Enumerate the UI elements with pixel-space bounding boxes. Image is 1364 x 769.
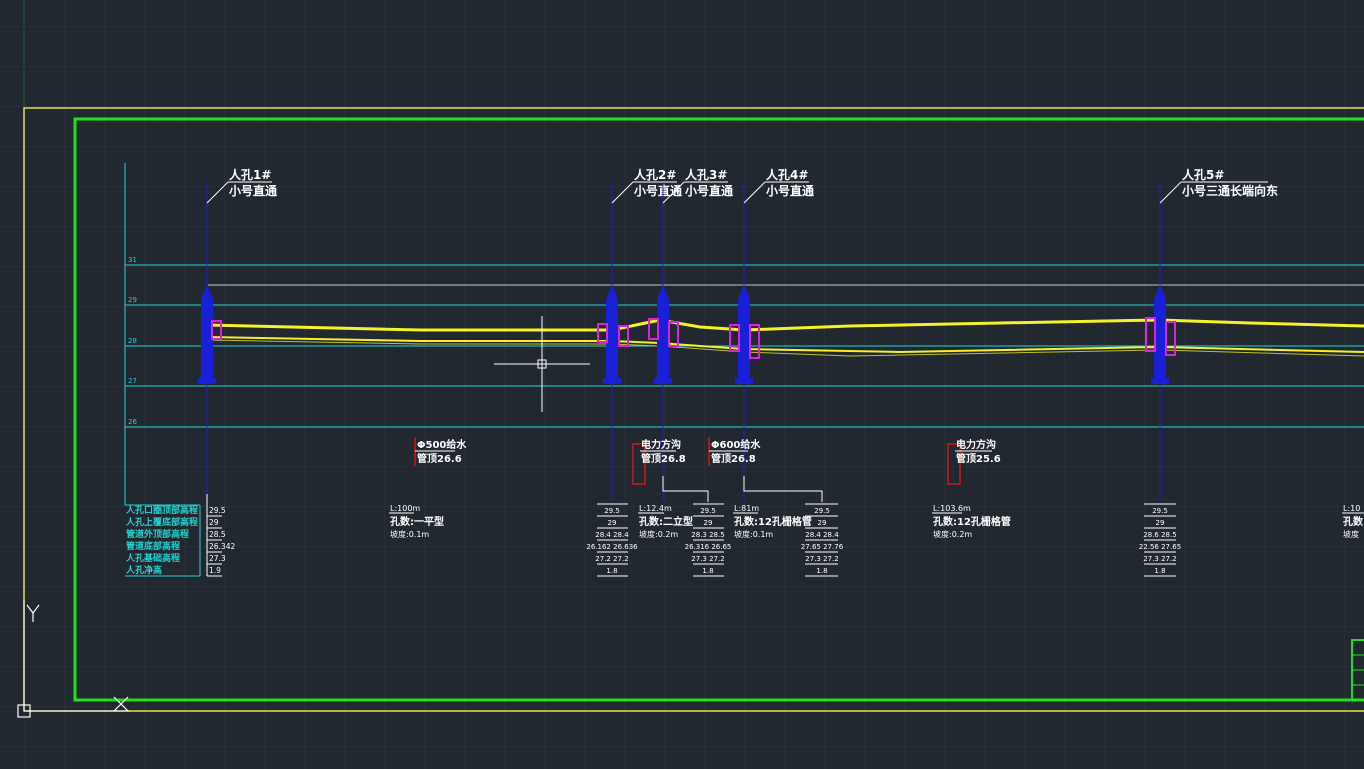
manhole-title: 人孔4# [766,167,808,182]
station-value: 1.8 [702,567,713,575]
station-value: 27.3 27.2 [805,555,838,563]
segment-hole: 孔数:二立型 [639,515,693,528]
station-value: 27.65 27.76 [801,543,844,551]
station-value: 29 [1156,519,1165,527]
scale-label: 26 [128,418,137,426]
segment-length: L:100m [390,504,420,513]
station-value: 27.3 27.2 [1143,555,1176,563]
background-grid [0,0,1364,769]
station-value: 1.8 [1154,567,1165,575]
segment-length: L:81m [734,504,759,513]
station-value: 29.5 [209,506,226,515]
segment-slope: 坡度:0.2m [933,529,972,539]
table-label: 管道外顶部高程 [126,528,189,540]
segment-length: L:103.6m [933,504,971,513]
station-value: 29 [209,518,219,527]
scale-label: 27 [128,377,137,385]
scale-label: 31 [128,256,137,264]
station-value: 27.3 [209,554,226,563]
station-value: 29 [818,519,827,527]
station-value: 1.8 [606,567,617,575]
station-value: 29 [608,519,617,527]
table-label: 人孔口圈顶部高程 [125,504,198,516]
manhole-type: 小号直通 [685,183,733,198]
station-value: 29.5 [700,507,716,515]
segment-hole: 孔数:一平型 [390,515,444,528]
crossing-elev: 管顶25.6 [956,452,1001,465]
station-value: 27.2 27.2 [595,555,628,563]
segment-slope: 坡度:0.2m [639,529,678,539]
manhole-type: 小号直通 [766,183,814,198]
segment-length: L:10 [1343,504,1360,513]
crossing-name: Φ600给水 [711,438,761,451]
station-value: 26.342 [209,542,235,551]
segment-hole: 孔数:12孔栅格管 [734,515,812,528]
crossing-name: Φ500给水 [417,438,467,451]
station-value: 26.162 26.636 [586,543,638,551]
station-value: 28.6 28.5 [1143,531,1176,539]
scale-label: 28 [128,337,137,345]
table-label: 人孔净高 [125,564,162,576]
crossing-elev: 管顶26.8 [711,452,756,465]
station-value: 28.4 28.4 [595,531,629,539]
crossing-name: 电力方沟 [641,438,681,451]
manhole-title: 人孔2# [634,167,676,182]
station-value: 29.5 [604,507,620,515]
segment-slope: 坡度:0.1m [390,529,429,539]
station-value: 28.3 28.5 [691,531,724,539]
station-value: 29.5 [1152,507,1168,515]
station-value: 27.3 27.2 [691,555,724,563]
crossing-elev: 管顶26.8 [641,452,686,465]
table-label: 人孔基础高程 [125,552,180,564]
scale-label: 29 [128,296,137,304]
station-value: 1.8 [816,567,827,575]
crossing-elev: 管顶26.6 [417,452,462,465]
manhole-title: 人孔5# [1182,167,1224,182]
crossing-name: 电力方沟 [956,438,996,451]
station-value: 26.316 26.65 [685,543,732,551]
station-value: 29.5 [814,507,830,515]
station-value: 22.56 27.65 [1139,543,1181,551]
segment-hole: 孔数 [1343,515,1364,528]
table-label: 人孔上覆底部高程 [125,516,198,528]
manhole-title: 人孔3# [685,167,727,182]
manhole-type: 小号三通长端向东 [1182,183,1278,198]
table-label: 管道底部高程 [126,540,180,552]
manhole-type: 小号直通 [229,183,277,198]
segment-slope: 坡度:0.1m [734,529,773,539]
station-value: 1.9 [209,566,221,575]
station-value: 28.5 [209,530,226,539]
manhole-title: 人孔1# [229,167,271,182]
cad-drawing-canvas[interactable]: 31 29 28 27 26 人孔1# 小号直通 人孔2# 小号直通 人孔3# [0,0,1364,769]
segment-hole: 孔数:12孔栅格管 [933,515,1011,528]
segment-length: L:12.4m [639,504,672,513]
station-value: 28.4 28.4 [805,531,839,539]
station-value: 29 [704,519,713,527]
segment-slope: 坡度 [1343,529,1359,539]
